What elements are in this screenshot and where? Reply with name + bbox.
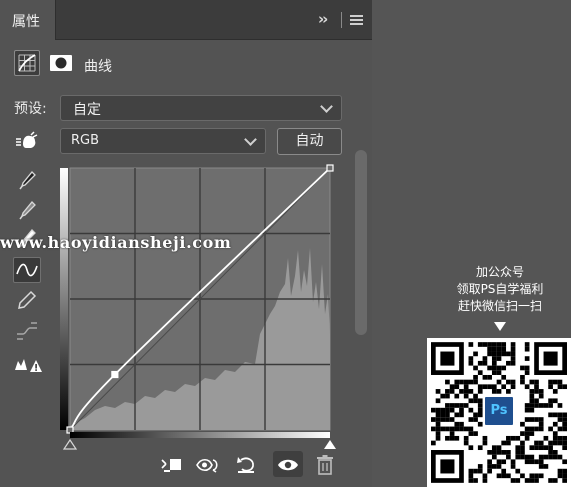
curves-adjustment-icon[interactable]	[14, 50, 40, 76]
view-previous-icon[interactable]	[194, 454, 220, 476]
input-gradient-bar	[70, 432, 330, 438]
black-point-slider	[62, 438, 78, 450]
output-gradient-bar	[60, 168, 68, 430]
channel-value: RGB	[71, 133, 100, 148]
photoshop-logo-icon: Ps	[483, 395, 515, 427]
panel-menu-icon[interactable]	[350, 15, 363, 25]
layer-mask-icon[interactable]	[48, 50, 74, 76]
auto-button[interactable]: 自动	[277, 128, 342, 155]
visibility-eye-icon[interactable]	[275, 454, 301, 476]
promo-text: 加公众号 领取PS自学福利 赶快微信扫一扫	[430, 264, 570, 315]
preset-label: 预设:	[14, 101, 47, 117]
smooth-icon[interactable]	[13, 319, 41, 345]
chevron-down-icon	[320, 100, 333, 113]
promo-line-3: 赶快微信扫一扫	[457, 299, 542, 313]
clipping-warning-icon[interactable]	[13, 352, 42, 378]
white-point-slider	[324, 440, 336, 449]
panel-scrollbar[interactable]	[355, 150, 367, 335]
promo-line-2: 领取PS自学福利	[456, 282, 544, 296]
clip-to-layer-icon[interactable]	[158, 454, 184, 476]
on-image-adjust-hand-icon[interactable]	[14, 131, 40, 153]
pencil-icon[interactable]	[13, 288, 41, 314]
watermark-text: www.haoyidiansheji.com	[0, 233, 232, 252]
promo-line-1: 加公众号	[475, 265, 524, 279]
reset-icon[interactable]	[233, 454, 259, 476]
preset-dropdown[interactable]: 自定	[60, 95, 342, 121]
eyedropper-black-icon[interactable]	[13, 168, 41, 194]
panel-title: 曲线	[84, 59, 112, 75]
tab-divider	[341, 12, 342, 28]
down-arrow-icon	[494, 322, 506, 331]
chevron-down-icon	[244, 133, 257, 146]
tab-properties[interactable]: 属性	[0, 0, 56, 40]
tab-properties-label: 属性	[12, 14, 40, 30]
curve-control-point	[326, 164, 334, 172]
eyedropper-gray-icon[interactable]	[13, 198, 41, 224]
curve-edit-icon[interactable]	[13, 257, 41, 283]
curve-control-point	[111, 370, 119, 379]
trash-icon[interactable]	[313, 454, 339, 476]
preset-value: 自定	[73, 102, 101, 118]
collapse-panel-button[interactable]: ››	[318, 10, 328, 28]
curves-graph[interactable]	[60, 164, 338, 450]
wechat-qr-code: Ps	[427, 338, 571, 487]
channel-dropdown[interactable]: RGB	[60, 128, 266, 154]
